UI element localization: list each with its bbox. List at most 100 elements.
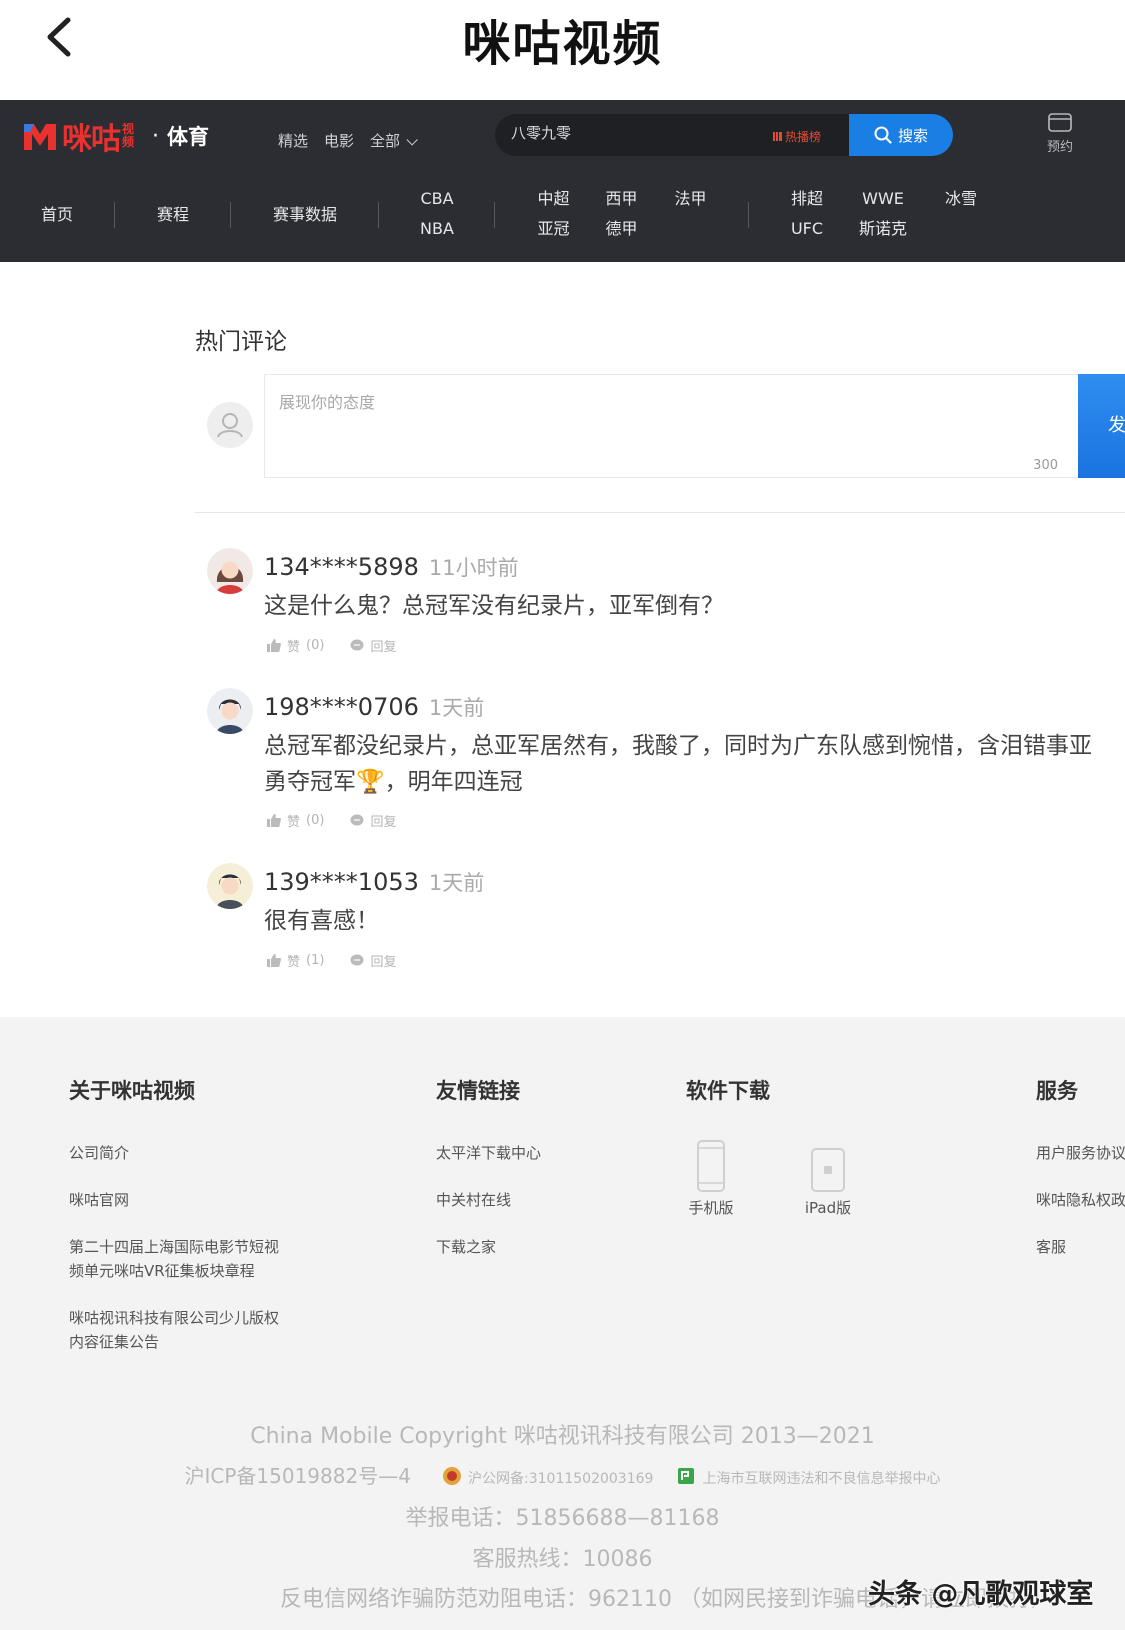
top-nav: 精选 电影 全部: [278, 130, 418, 151]
chevron-down-icon: [406, 134, 418, 146]
footer-link[interactable]: 咪咕隐私权政: [1036, 1188, 1125, 1212]
subnav-ufc[interactable]: UFC: [790, 214, 824, 244]
footer-link[interactable]: 客服: [1036, 1235, 1125, 1259]
comment-meta: 134****5898 11小时前: [264, 552, 519, 582]
subnav-laliga[interactable]: 西甲: [605, 184, 638, 214]
reply-button[interactable]: 回复: [350, 951, 396, 970]
avatar[interactable]: [207, 863, 253, 909]
subnav-nba[interactable]: NBA: [419, 214, 455, 244]
tablet-icon: [811, 1148, 845, 1192]
comment-input[interactable]: [279, 389, 1019, 459]
subnav-snooker[interactable]: 斯诺克: [858, 214, 908, 244]
footer: 关于咪咕视频 公司简介 咪咕官网 第二十四届上海国际电影节短视 频单元咪咕VR征集…: [0, 1017, 1125, 1630]
avatar[interactable]: [207, 548, 253, 594]
footer-link[interactable]: 下载之家: [436, 1235, 541, 1259]
subnav-divider: [494, 202, 495, 228]
migu-logo[interactable]: 咪咕 视频 · 体育: [22, 116, 209, 157]
subnav-bundesliga[interactable]: 德甲: [605, 214, 638, 244]
comment-time: 1天前: [428, 871, 485, 895]
footer-link[interactable]: 用户服务协议: [1036, 1141, 1125, 1165]
search-icon: [874, 126, 892, 144]
search-input[interactable]: [511, 124, 751, 141]
nav-all-label: 全部: [370, 132, 401, 150]
search-button[interactable]: 搜索: [849, 114, 953, 156]
report-center[interactable]: 上海市互联网违法和不良信息举报中心: [703, 1471, 941, 1487]
reserve-label: 预约: [1046, 140, 1073, 155]
subnav-ligue1[interactable]: 法甲: [674, 184, 707, 214]
reply-button[interactable]: 回复: [350, 811, 396, 830]
comment-body: 这是什么鬼？总冠军没有纪录片，亚军倒有？: [264, 588, 1125, 624]
comment-username[interactable]: 139****1053: [264, 868, 419, 896]
char-counter: 300: [1033, 458, 1058, 473]
subnav-data[interactable]: 赛事数据: [273, 178, 337, 252]
footer-download: 软件下载: [686, 1075, 770, 1141]
subnav-cba[interactable]: CBA: [419, 184, 455, 214]
logo-sub: 视频: [122, 122, 135, 149]
subnav-divider: [114, 202, 115, 228]
like-count: (1): [306, 953, 325, 968]
avatar-man-icon: [207, 688, 253, 734]
footer-about-title: 关于咪咕视频: [69, 1079, 195, 1103]
comment-username[interactable]: 134****5898: [264, 553, 419, 581]
app-bar: 咪咕视频: [0, 0, 1125, 100]
like-count: (0): [306, 638, 325, 653]
subnav-home[interactable]: 首页: [41, 178, 73, 252]
comment-body: 很有喜感！: [264, 903, 1125, 939]
footer-link[interactable]: 中关村在线: [436, 1188, 541, 1212]
subnav-schedule[interactable]: 赛程: [157, 178, 189, 252]
reserve-button[interactable]: 预约: [1040, 112, 1080, 155]
submit-button[interactable]: 发: [1078, 374, 1125, 478]
footer-link[interactable]: 咪咕官网: [69, 1188, 279, 1212]
like-button[interactable]: 赞 (0): [267, 811, 324, 830]
footer-about: 关于咪咕视频 公司简介 咪咕官网 第二十四届上海国际电影节短视 频单元咪咕VR征集…: [69, 1075, 279, 1377]
report-center-icon: [678, 1468, 695, 1484]
sub-nav: 首页 赛程 赛事数据 CBA NBA 中超 亚冠 西甲 德甲 法甲 排超 UFC…: [0, 178, 1125, 252]
reply-button[interactable]: 回复: [350, 636, 396, 655]
nav-all[interactable]: 全部: [370, 130, 418, 151]
comment-meta: 139****1053 1天前: [264, 867, 484, 897]
footer-download-title: 软件下载: [686, 1079, 770, 1103]
like-label: 赞: [287, 955, 301, 970]
nav-featured[interactable]: 精选: [278, 130, 308, 151]
comment-actions: 赞 (0) 回复: [267, 636, 396, 655]
comment-actions: 赞 (1) 回复: [267, 951, 396, 970]
download-ipad[interactable]: iPad版: [800, 1147, 856, 1218]
like-button[interactable]: 赞 (0): [267, 636, 324, 655]
search-bar: 热播榜 搜索: [495, 114, 953, 156]
bar-chart-icon: [773, 132, 782, 141]
comment-meta: 198****0706 1天前: [264, 692, 484, 722]
footer-link[interactable]: 太平洋下载中心: [436, 1141, 541, 1165]
app-title: 咪咕视频: [462, 16, 663, 72]
comment-time: 1天前: [428, 696, 485, 720]
default-avatar: [207, 402, 253, 448]
nav-movies[interactable]: 电影: [324, 130, 354, 151]
service-hotline: 客服热线：10086: [472, 1547, 653, 1572]
phone-icon: [697, 1140, 725, 1192]
comment-line: 很有喜感！: [264, 908, 379, 934]
police-record[interactable]: 沪公网备:31011502003169: [468, 1471, 653, 1487]
footer-service: 服务 用户服务协议 咪咕隐私权政 客服: [1036, 1075, 1125, 1282]
hot-list-link[interactable]: 热播榜: [773, 128, 821, 145]
comment-username[interactable]: 198****0706: [264, 693, 419, 721]
logo-sport: 体育: [167, 125, 209, 149]
download-phone[interactable]: 手机版: [686, 1139, 736, 1218]
subnav-ice-snow[interactable]: 冰雪: [944, 184, 978, 214]
reply-icon: [350, 639, 364, 651]
avatar[interactable]: [207, 688, 253, 734]
phone-label: 手机版: [688, 1199, 734, 1217]
subnav-divider: [230, 202, 231, 228]
footer-service-title: 服务: [1036, 1079, 1078, 1103]
section-title: 热门评论: [195, 329, 287, 355]
footer-link[interactable]: 公司简介: [69, 1141, 279, 1165]
comment-line: 总冠军都没纪录片，总亚军居然有，我酸了，同时为广东队感到惋惜，含泪错事亚: [264, 733, 1092, 759]
subnav-csl[interactable]: 中超: [537, 184, 570, 214]
subnav-wwe[interactable]: WWE: [858, 184, 908, 214]
footer-link[interactable]: 咪咕视讯科技有限公司少儿版权 内容征集公告: [69, 1306, 279, 1354]
comment-body: 总冠军都没纪录片，总亚军居然有，我酸了，同时为广东队感到惋惜，含泪错事亚 勇夺冠…: [264, 728, 1125, 800]
like-button[interactable]: 赞 (1): [267, 951, 324, 970]
footer-link[interactable]: 第二十四届上海国际电影节短视 频单元咪咕VR征集板块章程: [69, 1235, 279, 1283]
icp-number[interactable]: 沪ICP备15019882号—4: [184, 1464, 410, 1488]
subnav-divider: [378, 202, 379, 228]
subnav-volleyball[interactable]: 排超: [790, 184, 824, 214]
subnav-acl[interactable]: 亚冠: [537, 214, 570, 244]
